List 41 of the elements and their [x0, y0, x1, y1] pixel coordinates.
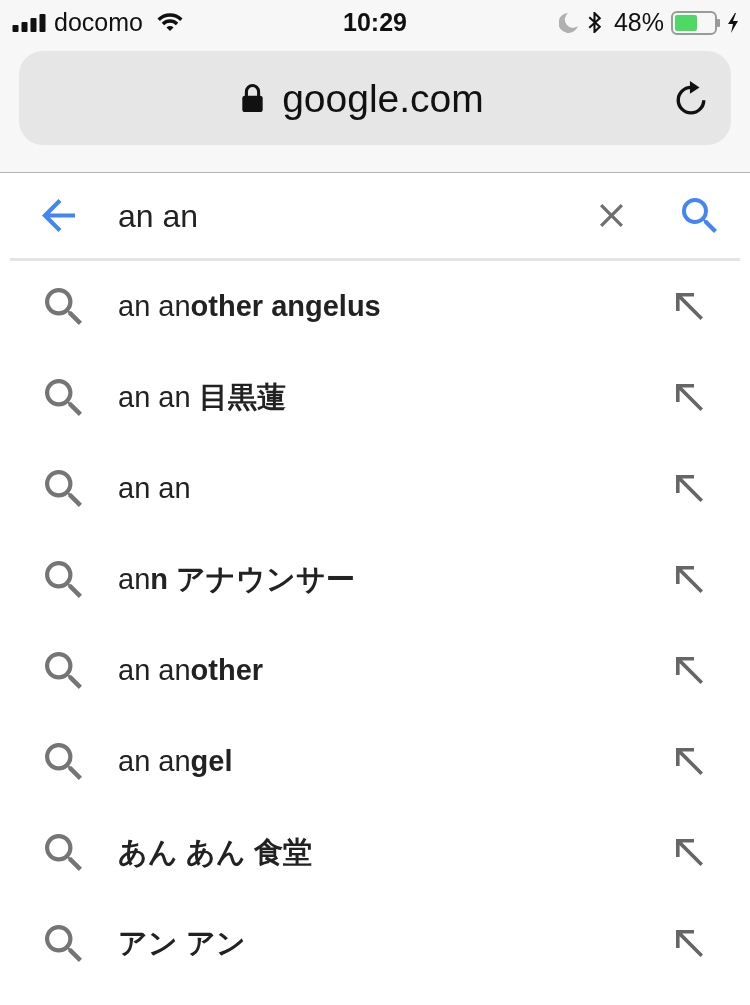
carrier-name: docomo — [54, 6, 143, 38]
suggestion-text[interactable]: an another — [118, 653, 676, 688]
search-icon — [45, 834, 82, 871]
search-icon — [45, 379, 82, 416]
arrow-up-left-icon[interactable] — [676, 748, 703, 775]
arrow-up-left-icon[interactable] — [676, 293, 703, 320]
search-icon — [45, 925, 82, 962]
wifi-icon — [155, 13, 184, 32]
search-icon — [45, 652, 82, 689]
search-icon — [45, 470, 82, 507]
search-icon[interactable] — [682, 198, 717, 233]
address-bar[interactable]: google.com — [19, 51, 731, 145]
battery-percentage: 48% — [613, 6, 664, 38]
search-icon — [45, 288, 82, 325]
arrow-up-left-icon[interactable] — [676, 930, 703, 957]
reload-icon[interactable] — [675, 81, 707, 115]
search-input[interactable]: an an — [118, 193, 600, 238]
signal-bars-icon — [12, 13, 46, 32]
suggestion-text[interactable]: ann アナウンサー — [118, 562, 676, 597]
suggestion-text[interactable]: あん あん 食堂 — [118, 835, 676, 870]
back-arrow-icon[interactable] — [42, 199, 75, 232]
search-icon — [45, 561, 82, 598]
clock-time: 10:29 — [343, 6, 407, 38]
search-icon — [45, 743, 82, 780]
suggestion-text[interactable]: an an 目黒蓮 — [118, 380, 676, 415]
arrow-up-left-icon[interactable] — [676, 657, 703, 684]
charging-bolt-icon — [728, 12, 738, 33]
moon-icon — [558, 12, 578, 33]
arrow-up-left-icon[interactable] — [676, 566, 703, 593]
close-icon[interactable] — [600, 204, 623, 227]
bluetooth-icon — [587, 12, 601, 33]
lock-icon — [242, 84, 264, 112]
suggestion-text[interactable]: an another angelus — [118, 289, 676, 324]
arrow-up-left-icon[interactable] — [676, 384, 703, 411]
arrow-up-left-icon[interactable] — [676, 475, 703, 502]
suggestion-text[interactable]: an an — [118, 471, 676, 506]
suggestion-text[interactable]: アン アン — [118, 926, 676, 961]
arrow-up-left-icon[interactable] — [676, 839, 703, 866]
battery-icon — [671, 10, 720, 35]
url-text: google.com — [282, 78, 484, 118]
suggestion-text[interactable]: an angel — [118, 744, 676, 779]
